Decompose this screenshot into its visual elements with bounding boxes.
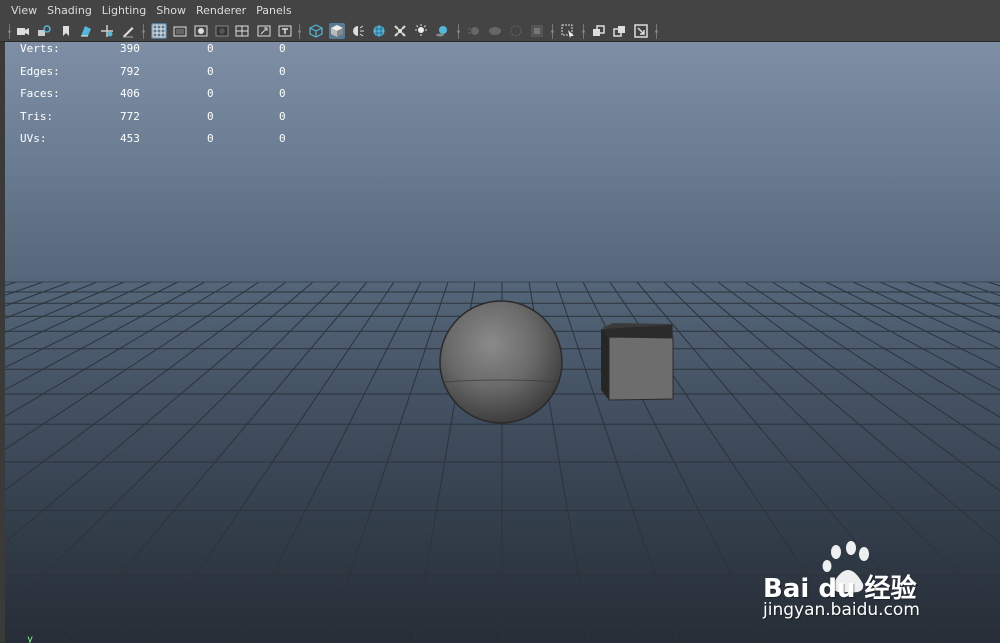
multisample-aa-icon[interactable] — [487, 23, 503, 39]
sphere-object[interactable] — [439, 300, 563, 424]
menu-show[interactable]: Show — [151, 4, 191, 17]
camera-attributes-icon[interactable] — [36, 23, 52, 39]
stat-value: 0 — [279, 109, 286, 123]
stat-value: 0 — [207, 42, 214, 55]
axis-indicator: y — [27, 634, 34, 643]
image-plane-icon[interactable] — [78, 23, 94, 39]
gate-mask-icon[interactable] — [214, 23, 230, 39]
watermark-url: jingyan.baidu.com — [763, 600, 920, 620]
stat-value: 390 — [120, 42, 140, 55]
menu-panels[interactable]: Panels — [251, 4, 296, 17]
stat-value: 0 — [207, 109, 214, 123]
cube-object[interactable] — [601, 323, 674, 401]
safe-action-icon[interactable] — [256, 23, 272, 39]
panel-toolbar — [0, 21, 1000, 42]
menu-lighting[interactable]: Lighting — [97, 4, 151, 17]
toolbar-separator — [551, 24, 554, 39]
stat-value: 792 — [120, 64, 140, 78]
stat-value: 0 — [207, 132, 214, 145]
stat-value: 0 — [279, 64, 286, 78]
xray-components-icon[interactable] — [612, 23, 628, 39]
toggle-hud-icon[interactable] — [633, 23, 649, 39]
bookmark-icon[interactable] — [58, 23, 74, 39]
default-lighting-icon[interactable] — [350, 23, 366, 39]
menu-view[interactable]: View — [6, 4, 42, 17]
shadows-icon[interactable] — [413, 23, 429, 39]
stat-label: Verts: — [20, 42, 60, 55]
wireframe-icon[interactable] — [308, 23, 324, 39]
toolbar-separator — [298, 24, 301, 39]
xray-icon[interactable] — [560, 23, 576, 39]
stat-label: UVs: — [20, 132, 47, 145]
resolution-gate-icon[interactable] — [193, 23, 209, 39]
stat-label: Edges: — [20, 64, 60, 78]
toolbar-separator — [457, 24, 460, 39]
stat-value: 0 — [279, 87, 286, 100]
film-gate-icon[interactable] — [172, 23, 188, 39]
menu-bar: View Shading Lighting Show Renderer Pane… — [0, 0, 1000, 21]
2d-pan-zoom-icon[interactable] — [99, 23, 115, 39]
toolbar-separator — [142, 24, 145, 39]
textured-icon[interactable] — [371, 23, 387, 39]
stat-label: Tris: — [20, 109, 54, 123]
stat-value: 453 — [120, 132, 140, 145]
motion-blur-icon[interactable] — [466, 23, 482, 39]
stat-value: 406 — [120, 87, 140, 100]
stat-label: Faces: — [20, 87, 60, 100]
xray-joints-icon[interactable] — [591, 23, 607, 39]
use-all-lights-icon[interactable] — [392, 23, 408, 39]
stat-value: 0 — [279, 132, 286, 145]
grid-icon[interactable] — [151, 23, 167, 39]
toolbar-separator — [655, 24, 658, 39]
stat-value: 0 — [207, 64, 214, 78]
baidu-watermark: Bai du 经验 jingyan.baidu.com — [763, 538, 948, 623]
smooth-shade-icon[interactable] — [329, 23, 345, 39]
toolbar-separator — [582, 24, 585, 39]
3d-viewport[interactable]: Verts: 390 0 0 Edges: 792 0 0 Faces: 406… — [5, 42, 1000, 643]
stat-value: 772 — [120, 109, 140, 123]
menu-shading[interactable]: Shading — [42, 4, 97, 17]
stat-value: 0 — [207, 87, 214, 100]
depth-of-field-icon[interactable] — [508, 23, 524, 39]
camera-icon[interactable] — [15, 23, 31, 39]
grease-pencil-icon[interactable] — [120, 23, 136, 39]
safe-title-icon[interactable] — [277, 23, 293, 39]
isolate-select-icon[interactable] — [529, 23, 545, 39]
stat-value: 0 — [279, 42, 286, 55]
menu-renderer[interactable]: Renderer — [191, 4, 251, 17]
screen-space-ao-icon[interactable] — [434, 23, 450, 39]
toolbar-separator — [8, 24, 11, 39]
field-chart-icon[interactable] — [234, 23, 250, 39]
